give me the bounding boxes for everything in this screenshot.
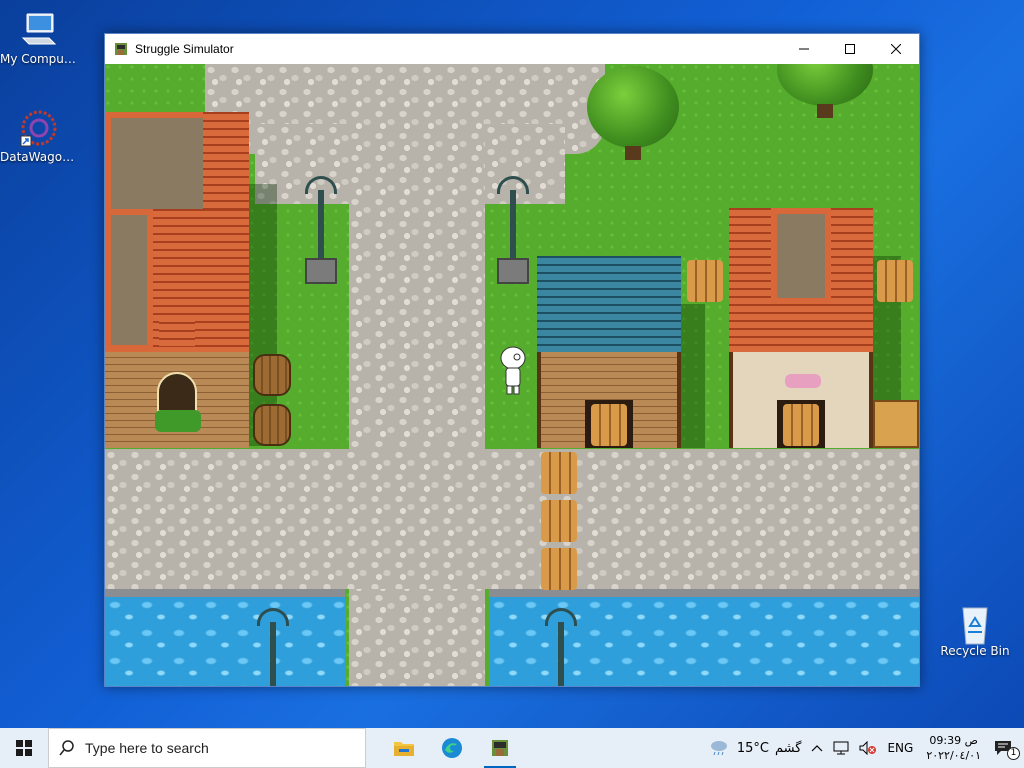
window-title: Struggle Simulator	[135, 42, 234, 56]
street-lamp	[253, 604, 293, 686]
clock-date: ٢٠٢٢/٠٤/٠١	[926, 749, 981, 762]
start-button[interactable]	[0, 728, 48, 768]
log-pile	[541, 548, 577, 590]
house-left-dormer	[159, 316, 195, 346]
game-window[interactable]: Struggle Simulator	[104, 33, 920, 687]
desktop-icon-label: DataWagon...	[0, 150, 78, 164]
log-pile	[541, 500, 577, 542]
desktop-icon-label: Recycle Bin	[940, 644, 1010, 658]
taskbar-edge[interactable]	[428, 728, 476, 768]
log-pile	[783, 404, 819, 446]
title-bar[interactable]: Struggle Simulator	[105, 34, 919, 64]
volume-button[interactable]	[859, 741, 877, 755]
file-explorer-icon	[394, 742, 414, 756]
flower-box	[155, 410, 201, 432]
tree-trunk	[625, 146, 641, 160]
house-left-roof-inner	[105, 209, 153, 351]
desktop-icon-label: My Computer	[0, 52, 78, 66]
desktop-icon-recycle-bin[interactable]: Recycle Bin	[936, 602, 1014, 658]
struggle-simulator-icon	[113, 41, 129, 57]
network-icon	[833, 741, 849, 755]
wooden-crate	[873, 400, 919, 448]
street-lamp	[301, 172, 341, 288]
log-pile	[687, 260, 723, 302]
weather-condition: گشم	[775, 740, 802, 756]
weather-rain-icon	[710, 741, 727, 756]
log-pile	[541, 452, 577, 494]
log-pile	[591, 404, 627, 446]
search-icon	[59, 740, 74, 756]
weather-temperature: 15°C	[736, 740, 769, 756]
tree-trunk	[817, 104, 833, 118]
cobblestone-road-horizontal	[105, 449, 919, 589]
clock[interactable]: 09:39 ص ٢٠٢٢/٠٤/٠١	[926, 733, 981, 763]
language-indicator[interactable]: ENG	[887, 741, 913, 755]
search-placeholder: Type here to search	[85, 740, 209, 756]
close-icon	[891, 44, 901, 54]
water-pool-left	[105, 589, 345, 686]
house-left-window	[157, 372, 197, 412]
system-tray: 15°C گشم ENG 09:39 ص ٢٠٢٢/٠٤/٠١ 1	[704, 728, 1024, 768]
maximize-icon	[845, 44, 855, 54]
network-button[interactable]	[833, 741, 849, 755]
weather-widget[interactable]: 15°C گشم	[709, 740, 802, 756]
taskbar-search-box[interactable]: Type here to search	[48, 728, 366, 768]
show-hidden-icons-button[interactable]	[811, 744, 823, 752]
taskbar-file-explorer[interactable]	[380, 728, 428, 768]
street-lamp	[541, 604, 581, 686]
language-label: ENG	[887, 741, 914, 755]
edge-icon	[442, 738, 462, 758]
house-center-roof	[537, 256, 681, 352]
maximize-button[interactable]	[827, 34, 873, 64]
close-button[interactable]	[873, 34, 919, 64]
barrel	[253, 354, 291, 396]
computer-icon	[19, 10, 59, 50]
recycle-bin-icon	[955, 602, 995, 645]
house-shadow	[681, 304, 705, 448]
flower-box	[785, 374, 821, 388]
minimize-button[interactable]	[781, 34, 827, 64]
log-pile	[877, 260, 913, 302]
notification-center-button[interactable]: 1	[994, 740, 1020, 760]
windows-logo-icon	[16, 740, 32, 756]
house-right-roof-top	[771, 208, 831, 304]
street-lamp	[493, 172, 533, 288]
volume-muted-icon	[859, 741, 877, 755]
struggle-simulator-icon	[492, 740, 508, 756]
desktop-icon-datawagon[interactable]: DataWagon...	[0, 108, 78, 164]
taskbar-struggle-simulator[interactable]	[476, 728, 524, 768]
tree	[587, 66, 679, 148]
minimize-icon	[799, 48, 809, 50]
cobblestone-road-vertical	[349, 64, 485, 686]
notification-count: 1	[1007, 747, 1020, 760]
player-character[interactable]	[499, 346, 527, 400]
taskbar: Type here to search 15°C گشم ENG 09:39 ص…	[0, 728, 1024, 768]
clock-time: 09:39 ص	[929, 734, 978, 747]
game-viewport[interactable]	[105, 64, 919, 686]
barrel	[253, 404, 291, 446]
chevron-up-icon	[812, 745, 823, 752]
datawagon-icon	[19, 108, 59, 148]
desktop-icon-my-computer[interactable]: My Computer	[0, 10, 78, 66]
